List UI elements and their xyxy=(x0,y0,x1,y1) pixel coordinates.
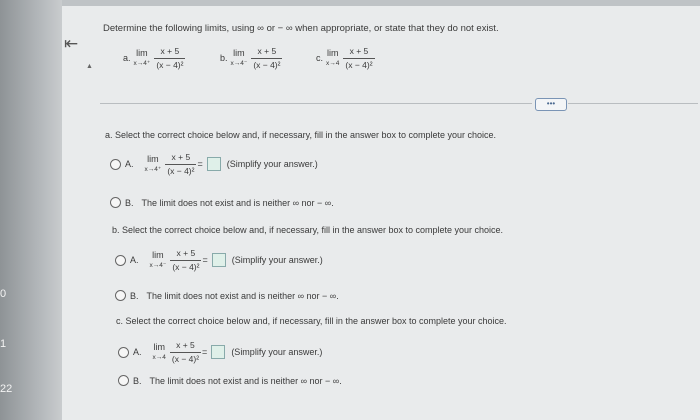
divider xyxy=(568,103,698,104)
section-c-choice-b[interactable]: B. The limit does not exist and is neith… xyxy=(118,375,342,386)
answer-input[interactable] xyxy=(211,253,226,267)
radio-button[interactable] xyxy=(110,158,121,170)
choice-text: The limit does not exist and is neither … xyxy=(146,290,339,301)
hint-text: (Simplify your answer.) xyxy=(226,159,318,169)
choice-text: The limit does not exist and is neither … xyxy=(141,197,334,208)
limit-operator: lim x→4⁺ xyxy=(133,47,151,67)
fraction: x + 5 (x − 4)² xyxy=(165,152,197,176)
divider xyxy=(100,103,532,104)
left-margin: 0 1 22 xyxy=(0,0,62,420)
problem-part-c: c. lim x→4 x + 5 (x − 4)² xyxy=(316,47,375,69)
equals-sign: = xyxy=(202,255,208,265)
choice-letter: A. xyxy=(130,255,139,265)
section-b-heading: b. Select the correct choice below and, … xyxy=(112,225,504,235)
section-c-heading: c. Select the correct choice below and, … xyxy=(116,316,507,326)
choice-letter: B. xyxy=(130,290,139,301)
radio-button[interactable] xyxy=(110,197,121,208)
equals-sign: = xyxy=(197,159,203,169)
fraction: x + 5 (x − 4)² xyxy=(169,340,202,364)
section-b-choice-b[interactable]: B. The limit does not exist and is neith… xyxy=(115,290,339,301)
equals-sign: = xyxy=(202,347,208,357)
answer-input[interactable] xyxy=(206,157,221,171)
section-c-choice-a[interactable]: A. lim x→4 x + 5 (x − 4)² = (Simplify yo… xyxy=(118,341,322,363)
margin-number: 1 xyxy=(0,338,7,350)
choice-text: The limit does not exist and is neither … xyxy=(149,375,342,386)
part-label: c. xyxy=(316,53,324,63)
fraction: x + 5 (x − 4)² xyxy=(343,46,375,70)
choice-letter: B. xyxy=(125,197,134,208)
back-arrow-icon[interactable]: ⇤ xyxy=(64,34,78,54)
radio-button[interactable] xyxy=(115,290,126,301)
fraction: x + 5 (x − 4)² xyxy=(251,46,283,70)
section-a-choice-a[interactable]: A. lim x→4⁺ x + 5 (x − 4)² = (Simplify y… xyxy=(110,153,318,175)
radio-button[interactable] xyxy=(115,254,126,266)
instruction-text: Determine the following limits, using ∞ … xyxy=(103,23,499,34)
problem-part-b: b. lim x→4⁻ x + 5 (x − 4)² xyxy=(220,46,283,70)
hint-text: (Simplify your answer.) xyxy=(231,255,323,265)
choice-letter: A. xyxy=(125,159,134,169)
section-b-choice-a[interactable]: A. lim x→4⁻ x + 5 (x − 4)² = (Simplify y… xyxy=(115,249,323,271)
collapse-icon[interactable]: ▲ xyxy=(86,63,93,70)
limit-operator: lim x→4⁺ xyxy=(144,153,162,173)
problem-part-a: a. lim x→4⁺ x + 5 (x − 4)² xyxy=(123,46,186,70)
margin-number: 0 xyxy=(0,288,7,300)
limit-operator: lim x→4 xyxy=(326,47,340,67)
section-a-heading: a. Select the correct choice below and, … xyxy=(105,130,497,140)
part-label: a. xyxy=(123,53,131,63)
answer-input[interactable] xyxy=(211,345,226,359)
choice-letter: A. xyxy=(133,347,142,357)
fraction: x + 5 (x − 4)² xyxy=(170,248,202,272)
section-a-choice-b[interactable]: B. The limit does not exist and is neith… xyxy=(110,197,334,208)
hint-text: (Simplify your answer.) xyxy=(231,347,323,357)
part-label: b. xyxy=(220,53,228,63)
margin-number: 22 xyxy=(0,383,13,395)
radio-button[interactable] xyxy=(118,346,129,358)
limit-operator: lim x→4⁻ xyxy=(230,47,248,67)
choice-letter: B. xyxy=(133,375,142,386)
radio-button[interactable] xyxy=(118,375,129,386)
limit-operator: lim x→4 xyxy=(152,341,166,361)
limit-operator: lim x→4⁻ xyxy=(149,249,167,269)
fraction: x + 5 (x − 4)² xyxy=(154,46,186,70)
more-button[interactable]: ••• xyxy=(535,98,567,111)
